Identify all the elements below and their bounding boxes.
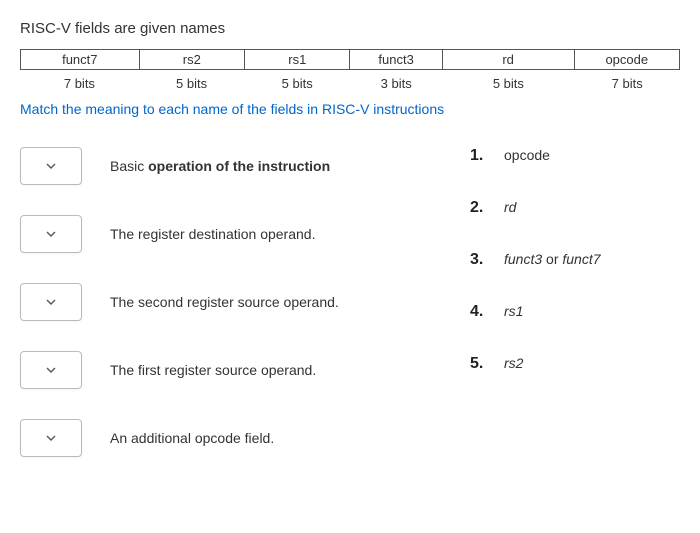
page-title: RISC-V fields are given names [20, 20, 680, 37]
field-cell: rs2 [139, 50, 244, 70]
chevron-down-icon [46, 299, 56, 305]
option-row: 5. rs2 [470, 355, 680, 373]
match-row: The first register source operand. [20, 351, 450, 389]
bits-cell: 3 bits [350, 76, 442, 91]
option-text: rs2 [504, 355, 523, 371]
field-names-table: funct7 rs2 rs1 funct3 rd opcode [20, 49, 680, 70]
match-dropdown[interactable] [20, 419, 82, 457]
option-text: opcode [504, 147, 550, 163]
option-row: 2. rd [470, 199, 680, 217]
match-row: The second register source operand. [20, 283, 450, 321]
option-row: 3. funct3 or funct7 [470, 251, 680, 269]
option-number: 5. [470, 355, 490, 373]
option-number: 3. [470, 251, 490, 269]
option-row: 4. rs1 [470, 303, 680, 321]
field-cell: opcode [574, 50, 679, 70]
bits-cell: 5 bits [244, 76, 350, 91]
bits-cell: 7 bits [574, 76, 680, 91]
field-cell: rd [442, 50, 574, 70]
match-description: The first register source operand. [110, 362, 316, 378]
option-number: 4. [470, 303, 490, 321]
chevron-down-icon [46, 435, 56, 441]
bits-cell: 7 bits [20, 76, 139, 91]
match-description: Basic operation of the instruction [110, 158, 330, 174]
match-description: An additional opcode field. [110, 430, 274, 446]
field-cell: rs1 [245, 50, 350, 70]
chevron-down-icon [46, 231, 56, 237]
bits-cell: 5 bits [442, 76, 574, 91]
match-description: The second register source operand. [110, 294, 339, 310]
match-dropdown[interactable] [20, 283, 82, 321]
chevron-down-icon [46, 367, 56, 373]
option-row: 1. opcode [470, 147, 680, 165]
option-number: 1. [470, 147, 490, 165]
bits-cell: 5 bits [139, 76, 245, 91]
match-dropdown[interactable] [20, 147, 82, 185]
instructions-text: Match the meaning to each name of the fi… [20, 101, 680, 117]
field-bits-row: 7 bits 5 bits 5 bits 3 bits 5 bits 7 bit… [20, 76, 680, 91]
match-dropdown[interactable] [20, 351, 82, 389]
option-text: funct3 or funct7 [504, 251, 601, 267]
match-row: The register destination operand. [20, 215, 450, 253]
match-description: The register destination operand. [110, 226, 315, 242]
chevron-down-icon [46, 163, 56, 169]
field-cell: funct7 [21, 50, 140, 70]
option-number: 2. [470, 199, 490, 217]
option-text: rd [504, 199, 516, 215]
option-text: rs1 [504, 303, 523, 319]
matching-column: Basic operation of the instruction The r… [20, 147, 450, 487]
options-column: 1. opcode 2. rd 3. funct3 or funct7 4. r… [450, 147, 680, 407]
match-row: Basic operation of the instruction [20, 147, 450, 185]
field-cell: funct3 [350, 50, 442, 70]
match-dropdown[interactable] [20, 215, 82, 253]
match-row: An additional opcode field. [20, 419, 450, 457]
